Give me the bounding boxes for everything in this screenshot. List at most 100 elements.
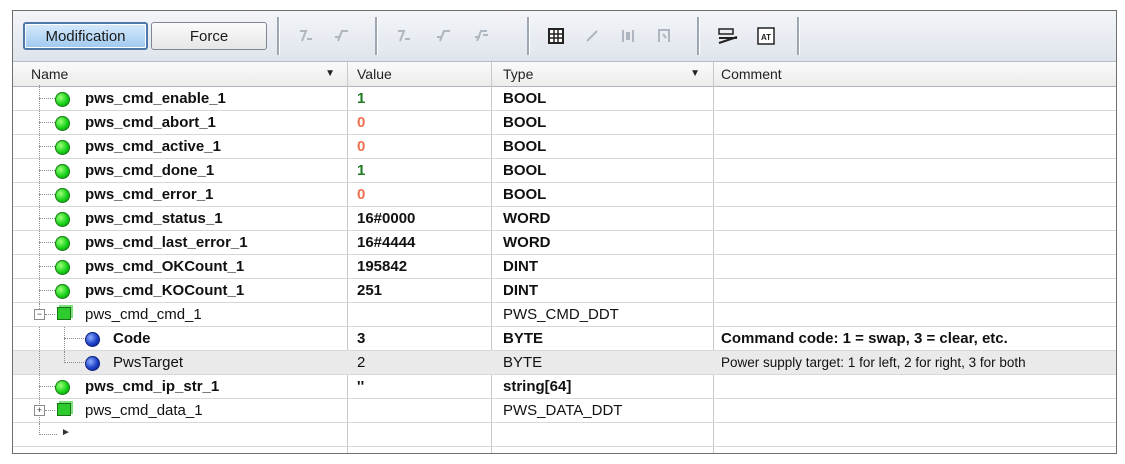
edit-line-icon[interactable] (715, 23, 741, 49)
force-button[interactable]: Force (151, 22, 267, 50)
name-filter-arrow-icon[interactable]: ▼ (325, 62, 335, 86)
variable-name: pws_cmd_last_error_1 (85, 234, 248, 251)
variable-value[interactable]: 0 (357, 111, 487, 134)
unforce-rising-icon[interactable] (391, 23, 417, 49)
active-status-icon (55, 236, 70, 251)
comment-column-header[interactable]: Comment (715, 62, 1115, 86)
ladder-icon[interactable] (651, 23, 677, 49)
tree-line (45, 314, 55, 315)
tree-line (39, 434, 57, 435)
type-column-header[interactable]: Type ▼ (497, 62, 712, 86)
variable-name: Code (113, 330, 151, 347)
force-falling-icon[interactable] (329, 23, 355, 49)
active-status-icon (55, 188, 70, 203)
tree-line (39, 170, 55, 171)
tree-line (45, 410, 55, 411)
variable-value[interactable]: 1 (357, 87, 487, 110)
variable-type: BOOL (503, 114, 547, 131)
table-row[interactable]: pws_cmd_active_1 0 BOOL (13, 135, 1116, 159)
table-row-selected[interactable]: PwsTarget 2 BYTE Power supply target: 1 … (13, 351, 1116, 375)
variable-comment (721, 159, 1116, 182)
variable-value[interactable]: 0 (357, 135, 487, 158)
tree-line (64, 362, 84, 363)
table-row[interactable]: pws_cmd_status_1 16#0000 WORD (13, 207, 1116, 231)
variable-comment (721, 375, 1116, 398)
variable-value[interactable]: 251 (357, 279, 487, 302)
table-row[interactable]: pws_cmd_last_error_1 16#4444 WORD (13, 231, 1116, 255)
type-filter-arrow-icon[interactable]: ▼ (690, 62, 700, 86)
animation-table-window: Modification Force AT Name ▼ Value Type … (12, 10, 1117, 454)
variable-name: PwsTarget (113, 354, 184, 371)
variable-value[interactable]: 16#0000 (357, 207, 487, 230)
active-status-icon (55, 260, 70, 275)
unforce-all-icon[interactable] (469, 23, 495, 49)
variable-type: BYTE (503, 330, 544, 347)
table-row[interactable]: pws_cmd_done_1 1 BOOL (13, 159, 1116, 183)
table-row[interactable]: pws_cmd_abort_1 0 BOOL (13, 111, 1116, 135)
variable-type: BOOL (503, 138, 547, 155)
variable-name: pws_cmd_active_1 (85, 138, 221, 155)
collapse-toggle-icon[interactable]: − (34, 309, 45, 320)
variable-value[interactable]: 3 (357, 327, 487, 350)
variable-value[interactable]: 16#4444 (357, 231, 487, 254)
variable-comment (721, 231, 1116, 254)
member-status-icon (85, 356, 100, 371)
force-rising-icon[interactable] (293, 23, 319, 49)
table-row[interactable]: pws_cmd_OKCount_1 195842 DINT (13, 255, 1116, 279)
variable-name: pws_cmd_cmd_1 (85, 306, 202, 323)
variable-name: pws_cmd_KOCount_1 (85, 282, 245, 299)
value-column-header[interactable]: Value (351, 62, 491, 86)
tree-line (39, 351, 40, 374)
table-row[interactable]: pws_cmd_error_1 0 BOOL (13, 183, 1116, 207)
modification-button[interactable]: Modification (23, 22, 148, 50)
tree-line (39, 266, 55, 267)
variable-comment (721, 399, 1116, 422)
variable-type: DINT (503, 282, 538, 299)
active-status-icon (55, 164, 70, 179)
value-column-label: Value (357, 66, 392, 82)
structure-icon (57, 403, 71, 416)
variable-name: pws_cmd_error_1 (85, 186, 214, 203)
type-column-label: Type (503, 66, 534, 82)
structure-icon (57, 307, 71, 320)
table-row[interactable]: pws_cmd_enable_1 1 BOOL (13, 85, 1116, 111)
table-row[interactable]: pws_cmd_KOCount_1 251 DINT (13, 279, 1116, 303)
variable-name: pws_cmd_enable_1 (85, 90, 226, 107)
variable-value[interactable]: 0 (357, 183, 487, 206)
toolbar: Modification Force AT (13, 11, 1116, 62)
new-entry-row[interactable]: ► (13, 423, 1116, 447)
tree-line (39, 98, 55, 99)
variable-value[interactable]: 1 (357, 159, 487, 182)
active-status-icon (55, 284, 70, 299)
toolbar-separator (277, 17, 280, 55)
slash-icon[interactable] (579, 23, 605, 49)
table-row[interactable]: − pws_cmd_cmd_1 PWS_CMD_DDT (13, 303, 1116, 327)
variable-name: pws_cmd_OKCount_1 (85, 258, 245, 275)
variable-value[interactable]: 195842 (357, 255, 487, 278)
unforce-falling-icon[interactable] (431, 23, 457, 49)
name-column-header[interactable]: Name ▼ (25, 62, 347, 86)
svg-text:AT: AT (761, 33, 771, 42)
variable-type: BOOL (503, 90, 547, 107)
table-row[interactable]: pws_cmd_ip_str_1 '' string[64] (13, 375, 1116, 399)
variable-type: string[64] (503, 378, 572, 395)
expand-toggle-icon[interactable]: + (34, 405, 45, 416)
member-status-icon (85, 332, 100, 347)
tree-line (39, 122, 55, 123)
table-row[interactable]: Code 3 BYTE Command code: 1 = swap, 3 = … (13, 327, 1116, 351)
grid-icon[interactable] (543, 23, 569, 49)
toolbar-separator (527, 17, 530, 55)
variable-value[interactable]: 2 (357, 351, 487, 374)
tree-line (39, 146, 55, 147)
variable-value[interactable]: '' (357, 375, 487, 398)
variable-comment (721, 135, 1116, 158)
variable-comment (721, 111, 1116, 134)
active-status-icon (55, 380, 70, 395)
bracket-icon[interactable] (615, 23, 641, 49)
active-status-icon (55, 92, 70, 107)
variable-comment (721, 87, 1116, 110)
variable-name: pws_cmd_ip_str_1 (85, 378, 220, 395)
table-row[interactable]: + pws_cmd_data_1 PWS_DATA_DDT (13, 399, 1116, 423)
toolbar-separator (697, 17, 700, 55)
at-icon[interactable]: AT (753, 23, 779, 49)
